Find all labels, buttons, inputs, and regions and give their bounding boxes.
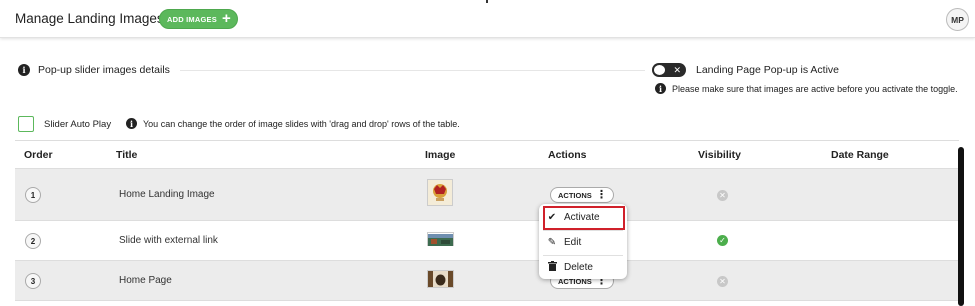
actions-label: ACTIONS — [558, 190, 592, 200]
menu-item-label: Delete — [564, 261, 593, 273]
order-badge: 3 — [25, 273, 41, 289]
toggle-knob — [654, 65, 665, 75]
pencil-icon: ✎ — [547, 236, 557, 248]
top-divider-tick — [486, 0, 488, 3]
info-icon: i — [126, 118, 137, 129]
add-images-button[interactable]: ADD IMAGES + — [159, 9, 238, 29]
thumbnail-emblem-image — [428, 180, 452, 205]
landing-popup-toggle[interactable]: ✕ — [652, 63, 686, 77]
column-header-title[interactable]: Title — [116, 149, 137, 161]
slide-thumbnail — [427, 232, 454, 246]
add-images-label: ADD IMAGES — [167, 14, 217, 24]
visibility-on-icon: ✓ — [717, 235, 728, 246]
table-row[interactable]: 3 Home Page ACTIONS ⋮ ✕ — [15, 261, 959, 301]
slide-thumbnail — [427, 179, 453, 206]
column-header-order[interactable]: Order — [24, 149, 53, 161]
visibility-off-icon: ✕ — [717, 276, 728, 287]
reorder-note-text: You can change the order of image slides… — [143, 118, 460, 129]
section-divider — [180, 70, 645, 71]
section-heading: i Pop-up slider images details — [18, 64, 170, 76]
info-icon: i — [18, 64, 30, 76]
table-header: Order Title Image Actions Visibility Dat… — [15, 140, 959, 169]
menu-item-delete[interactable]: Delete — [539, 255, 627, 279]
highlight-box — [543, 206, 625, 230]
toggle-note: i Please make sure that images are activ… — [655, 83, 958, 94]
toggle-label: Landing Page Pop-up is Active — [696, 64, 840, 76]
section-title: Pop-up slider images details — [38, 64, 170, 76]
trash-icon — [547, 260, 557, 274]
table-row[interactable]: 2 Slide with external link ✓ — [15, 221, 959, 261]
thumbnail-landscape-image — [428, 234, 453, 246]
thumbnail-vase-image — [428, 271, 453, 287]
page-title: Manage Landing Images — [15, 11, 164, 26]
order-badge: 1 — [25, 187, 41, 203]
actions-button[interactable]: ACTIONS ⋮ — [550, 187, 614, 203]
close-icon: ✕ — [673, 65, 681, 75]
table-scrollbar[interactable] — [958, 147, 964, 306]
column-header-actions[interactable]: Actions — [548, 149, 587, 161]
reorder-note: i You can change the order of image slid… — [126, 118, 460, 129]
plus-icon: + — [222, 10, 231, 27]
menu-item-edit[interactable]: ✎ Edit — [539, 230, 627, 254]
slider-autoplay-checkbox[interactable] — [18, 116, 34, 132]
toggle-note-text: Please make sure that images are active … — [672, 83, 958, 94]
column-header-visibility[interactable]: Visibility — [698, 149, 741, 161]
table-row[interactable]: 1 Home Landing Image ACTIONS ⋮ ✕ — [15, 169, 959, 221]
user-avatar[interactable]: MP — [946, 8, 969, 31]
slider-autoplay-label: Slider Auto Play — [44, 119, 112, 130]
more-vertical-icon: ⋮ — [596, 189, 607, 201]
column-header-image[interactable]: Image — [425, 149, 455, 161]
row-title: Home Landing Image — [119, 189, 215, 200]
visibility-off-icon: ✕ — [717, 190, 728, 201]
row-title: Home Page — [119, 275, 172, 286]
column-header-date-range[interactable]: Date Range — [831, 149, 889, 161]
row-title: Slide with external link — [119, 235, 218, 246]
slide-thumbnail — [427, 270, 454, 288]
menu-item-label: Edit — [564, 236, 582, 248]
top-header: Manage Landing Images ADD IMAGES + MP — [0, 0, 975, 38]
order-badge: 2 — [25, 233, 41, 249]
info-icon: i — [655, 83, 666, 94]
slides-table: Order Title Image Actions Visibility Dat… — [15, 140, 959, 301]
